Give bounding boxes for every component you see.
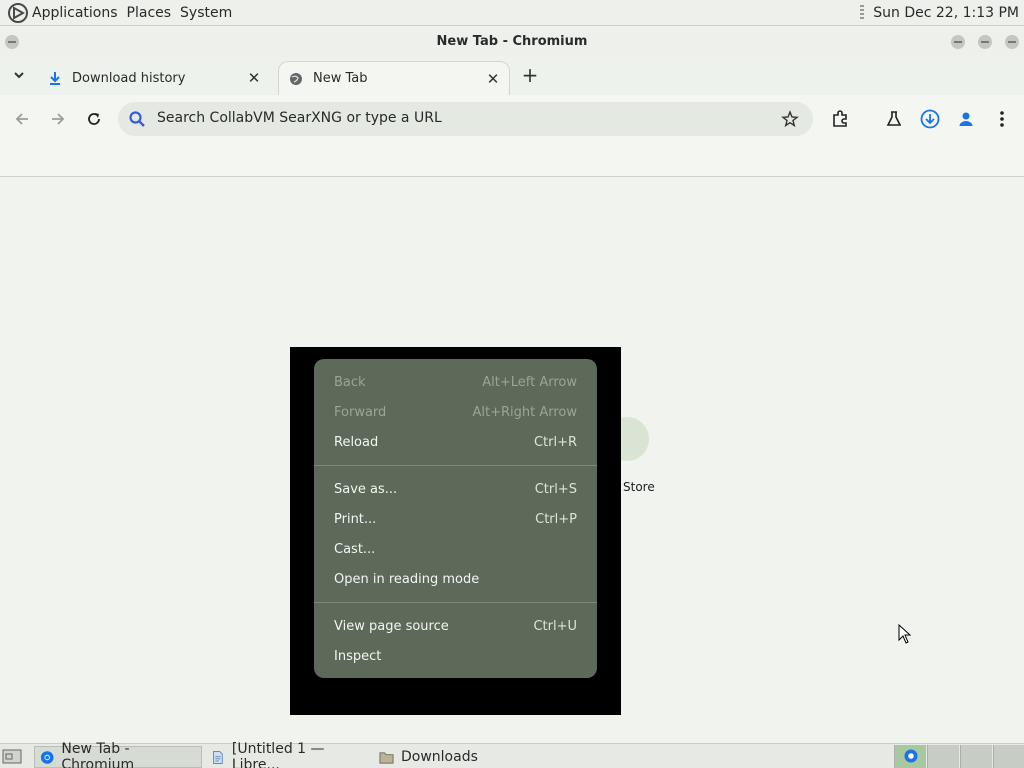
taskbar-item-label: Downloads (401, 749, 478, 765)
downloads-indicator-icon[interactable] (920, 109, 940, 129)
labs-flask-icon[interactable] (884, 109, 904, 129)
menu-item-label: Print... (334, 511, 377, 527)
menu-item-shortcut: Alt+Right Arrow (472, 404, 577, 420)
taskbar-item-chromium[interactable]: New Tab - Chromium (34, 741, 202, 768)
distro-logo-icon[interactable] (8, 2, 28, 23)
menu-item-shortcut: Alt+Left Arrow (482, 374, 577, 390)
taskbar-item-libreoffice[interactable]: [Untitled 1 — Libre... (206, 741, 366, 768)
menu-item-save-as[interactable]: Save as... Ctrl+S (314, 474, 597, 504)
tab-close-icon[interactable]: ✕ (483, 69, 503, 89)
document-icon (213, 750, 223, 764)
top-panel: Applications Places System Sun Dec 22, 1… (0, 0, 1024, 26)
download-icon (50, 72, 60, 85)
places-menu[interactable]: Places (127, 5, 172, 21)
back-arrow-icon[interactable] (12, 109, 32, 129)
tab-label: Download history (72, 70, 186, 86)
tab-download-history[interactable]: Download history ✕ (38, 61, 270, 95)
chromium-icon (904, 749, 918, 763)
menu-item-inspect[interactable]: Inspect (314, 641, 597, 671)
menu-item-label: Back (334, 374, 366, 390)
window-title: New Tab - Chromium (436, 34, 588, 49)
bottom-panel: New Tab - Chromium [Untitled 1 — Libre..… (0, 741, 1024, 768)
shortcut-label[interactable]: Store (623, 480, 655, 494)
workspace-1[interactable] (894, 745, 926, 768)
profile-avatar-icon[interactable] (956, 109, 976, 129)
menu-separator (314, 602, 597, 603)
menu-item-shortcut: Ctrl+U (533, 618, 577, 634)
search-icon (129, 111, 145, 127)
menu-item-label: Save as... (334, 481, 398, 497)
workspace-4[interactable] (993, 745, 1024, 768)
browser-toolbar: Search CollabVM SearXNG or type a URL (0, 95, 1024, 143)
clock[interactable]: Sun Dec 22, 1:13 PM (873, 5, 1019, 21)
reload-icon[interactable] (84, 109, 104, 129)
new-tab-plus-icon[interactable]: + (520, 65, 540, 85)
omnibox-placeholder[interactable]: Search CollabVM SearXNG or type a URL (157, 110, 442, 126)
menu-item-cast[interactable]: Cast... (314, 534, 597, 564)
tab-strip: Download history ✕ New Tab ✕ + (0, 57, 1024, 95)
menu-item-label: Reload (334, 434, 379, 450)
menu-item-back: Back Alt+Left Arrow (314, 367, 597, 397)
panel-handle[interactable] (860, 5, 865, 21)
chromium-icon (40, 750, 54, 764)
menu-separator (314, 465, 597, 466)
menu-item-view-source[interactable]: View page source Ctrl+U (314, 611, 597, 641)
mouse-cursor-icon (898, 624, 912, 644)
workspace-2[interactable] (927, 745, 959, 768)
menu-item-print[interactable]: Print... Ctrl+P (314, 504, 597, 534)
context-menu: Back Alt+Left Arrow Forward Alt+Right Ar… (314, 359, 597, 678)
close-window-button[interactable] (1005, 35, 1019, 49)
tab-new-tab[interactable]: New Tab ✕ (278, 61, 510, 95)
maximize-button[interactable] (978, 35, 992, 49)
tab-label: New Tab (313, 71, 368, 86)
extensions-puzzle-icon[interactable] (830, 109, 850, 129)
menu-item-label: Forward (334, 404, 387, 420)
tab-close-icon[interactable]: ✕ (244, 68, 264, 88)
menu-item-shortcut: Ctrl+P (535, 511, 577, 527)
kebab-menu-icon[interactable] (992, 109, 1012, 129)
bookmark-star-icon[interactable] (781, 110, 799, 128)
bookmark-bar (0, 143, 1024, 177)
menu-item-reading-mode[interactable]: Open in reading mode (314, 564, 597, 594)
forward-arrow-icon[interactable] (48, 109, 68, 129)
menu-item-label: Cast... (334, 541, 376, 557)
panel-tray: Sun Dec 22, 1:13 PM (860, 0, 1019, 26)
tab-search-chevron-down-icon[interactable] (10, 69, 28, 87)
taskbar-item-label: [Untitled 1 — Libre... (231, 741, 325, 768)
menu-item-label: View page source (334, 618, 449, 634)
window-titlebar[interactable]: New Tab - Chromium (0, 27, 1024, 57)
menu-item-label: Inspect (334, 648, 382, 664)
omnibox[interactable]: Search CollabVM SearXNG or type a URL (118, 102, 813, 136)
show-desktop-icon[interactable] (2, 748, 22, 765)
globe-icon (290, 72, 302, 85)
folder-icon (379, 751, 394, 764)
menu-item-forward: Forward Alt+Right Arrow (314, 397, 597, 427)
system-menu[interactable]: System (180, 5, 232, 21)
minimize-button[interactable] (951, 35, 965, 49)
applications-menu[interactable]: Applications (32, 5, 118, 21)
menu-item-shortcut: Ctrl+R (533, 434, 577, 450)
menu-item-label: Open in reading mode (334, 571, 480, 587)
menu-item-shortcut: Ctrl+S (534, 481, 577, 497)
taskbar-item-label: New Tab - Chromium (61, 741, 135, 768)
menu-item-reload[interactable]: Reload Ctrl+R (314, 427, 597, 457)
taskbar-item-downloads[interactable]: Downloads (374, 746, 494, 768)
workspace-3[interactable] (960, 745, 992, 768)
